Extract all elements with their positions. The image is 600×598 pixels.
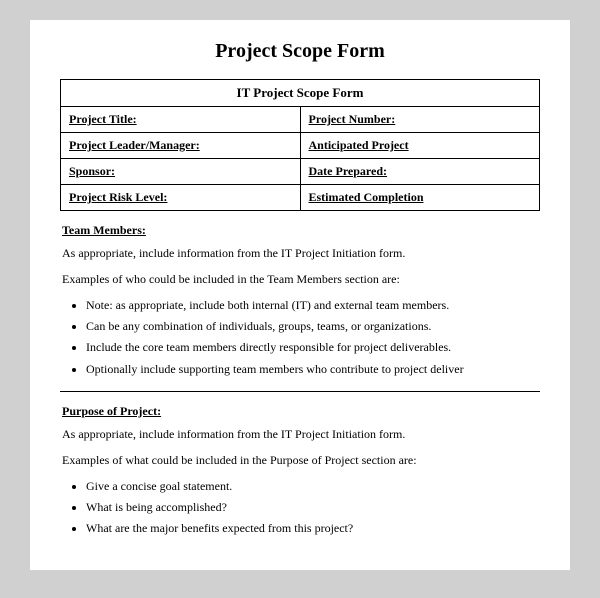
sponsor-label: Sponsor:	[69, 164, 115, 178]
list-item: Note: as appropriate, include both inter…	[86, 296, 538, 315]
form-row-1: Project Title: Project Number:	[61, 107, 539, 133]
team-section-intro: As appropriate, include information from…	[62, 244, 538, 262]
anticipated-project-label: Anticipated Project	[309, 138, 409, 152]
team-section: Team Members: As appropriate, include in…	[60, 223, 540, 379]
form-row-2: Project Leader/Manager: Anticipated Proj…	[61, 133, 539, 159]
estimated-completion-cell: Estimated Completion	[301, 185, 540, 210]
date-prepared-cell: Date Prepared:	[301, 159, 540, 184]
form-header: IT Project Scope Form	[61, 80, 539, 107]
project-leader-cell: Project Leader/Manager:	[61, 133, 301, 158]
team-examples-intro: Examples of who could be included in the…	[62, 270, 538, 288]
date-prepared-label: Date Prepared:	[309, 164, 388, 178]
list-item: What are the major benefits expected fro…	[86, 519, 538, 538]
anticipated-project-cell: Anticipated Project	[301, 133, 540, 158]
list-item: Include the core team members directly r…	[86, 338, 538, 357]
page-title: Project Scope Form	[60, 40, 540, 63]
list-item: Optionally include supporting team membe…	[86, 360, 538, 379]
list-item: Can be any combination of individuals, g…	[86, 317, 538, 336]
team-bullets-list: Note: as appropriate, include both inter…	[86, 296, 538, 379]
purpose-section-title: Purpose of Project:	[62, 404, 538, 419]
estimated-completion-label: Estimated Completion	[309, 190, 424, 204]
purpose-examples-intro: Examples of what could be included in th…	[62, 451, 538, 469]
project-leader-label: Project Leader/Manager:	[69, 138, 200, 152]
list-item: What is being accomplished?	[86, 498, 538, 517]
purpose-section: Purpose of Project: As appropriate, incl…	[60, 404, 540, 539]
section-divider	[60, 391, 540, 392]
project-number-label: Project Number:	[309, 112, 396, 126]
project-risk-label: Project Risk Level:	[69, 190, 167, 204]
team-section-title: Team Members:	[62, 223, 538, 238]
purpose-section-intro: As appropriate, include information from…	[62, 425, 538, 443]
form-container: IT Project Scope Form Project Title: Pro…	[60, 79, 540, 211]
project-title-cell: Project Title:	[61, 107, 301, 132]
project-title-label: Project Title:	[69, 112, 137, 126]
form-row-4: Project Risk Level: Estimated Completion	[61, 185, 539, 210]
project-number-cell: Project Number:	[301, 107, 540, 132]
sponsor-cell: Sponsor:	[61, 159, 301, 184]
form-row-3: Sponsor: Date Prepared:	[61, 159, 539, 185]
list-item: Give a concise goal statement.	[86, 477, 538, 496]
page: Project Scope Form IT Project Scope Form…	[30, 20, 570, 570]
purpose-bullets-list: Give a concise goal statement. What is b…	[86, 477, 538, 539]
project-risk-cell: Project Risk Level:	[61, 185, 301, 210]
